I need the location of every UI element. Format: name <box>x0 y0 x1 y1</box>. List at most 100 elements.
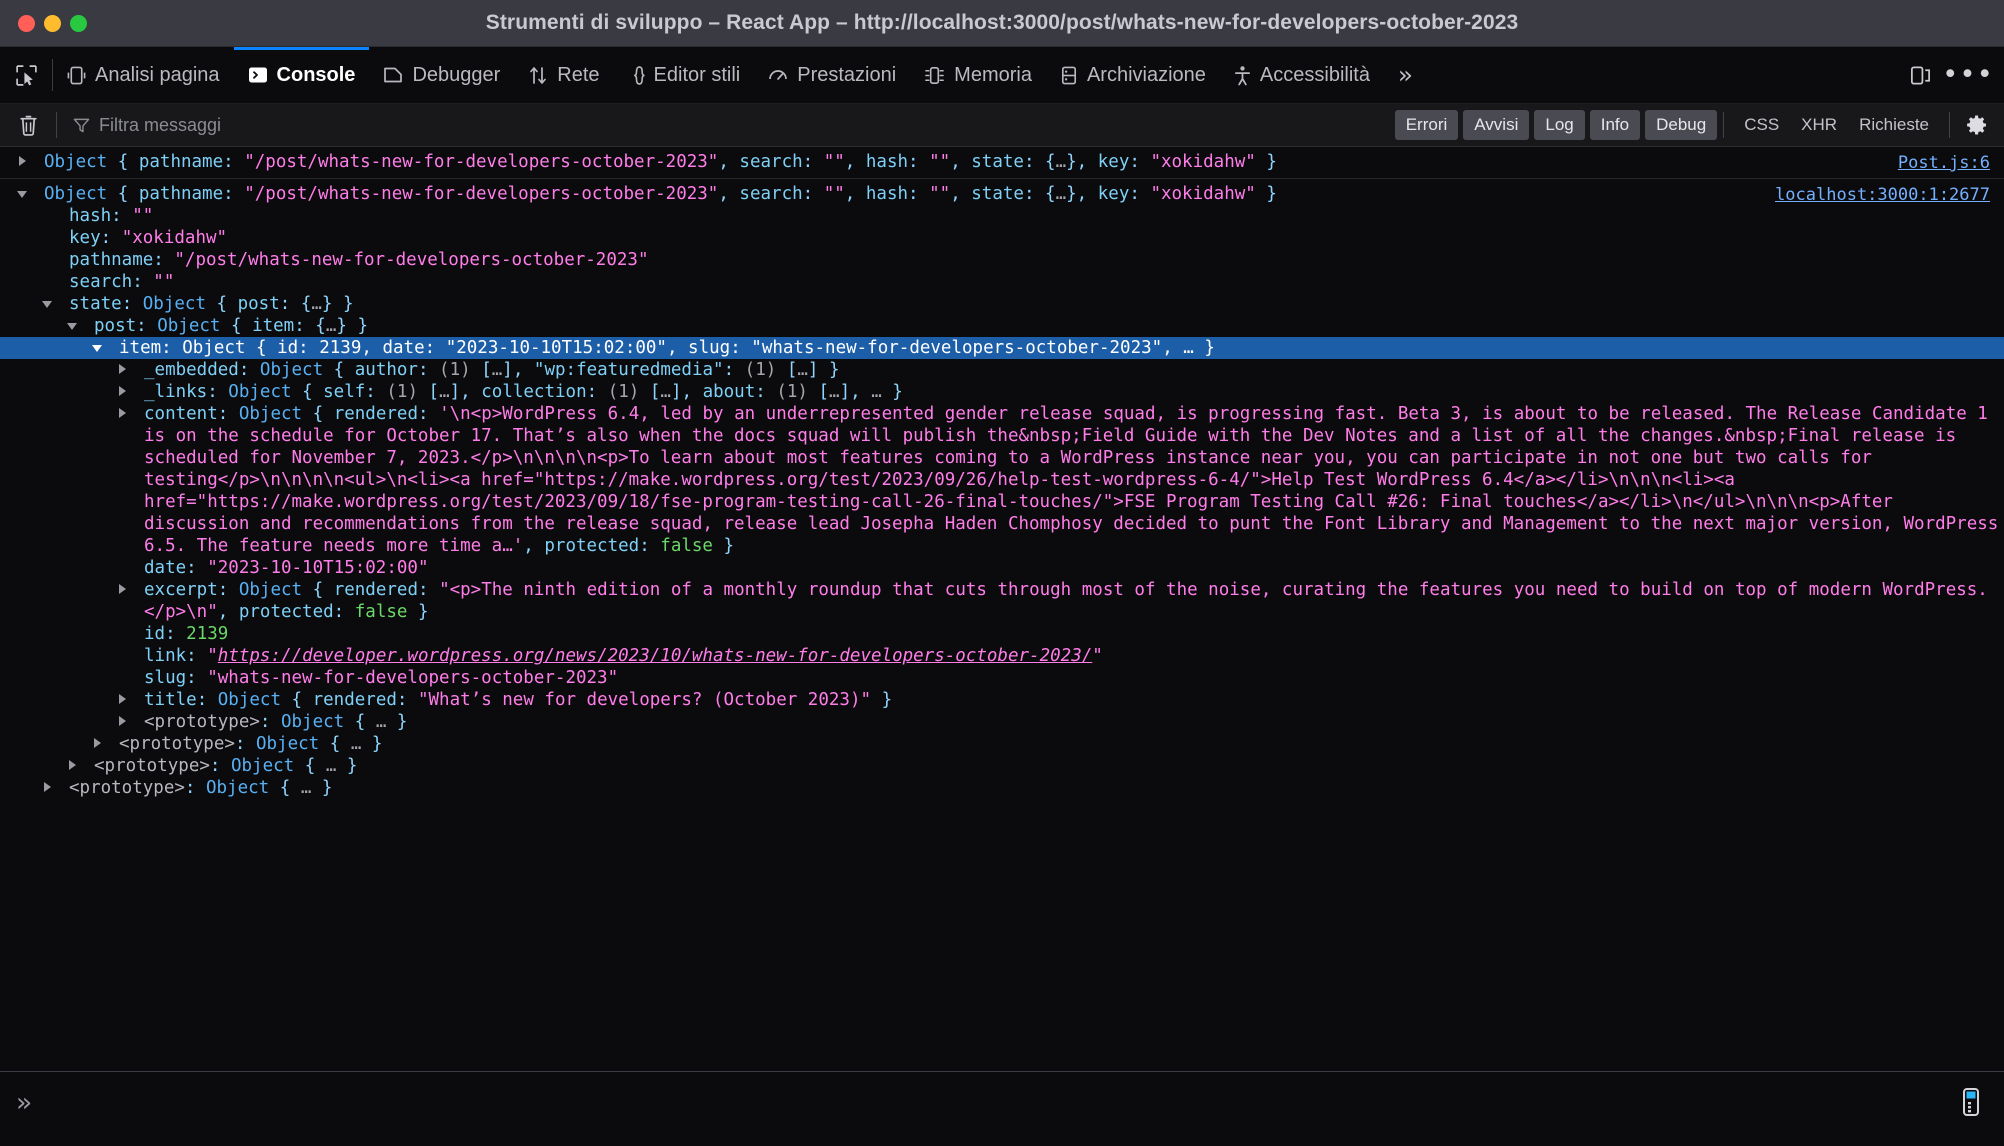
close-window-button[interactable] <box>18 14 35 32</box>
console-level-filters[interactable]: Errori Avvisi Log Info Debug <box>1394 110 1724 140</box>
object-tree-row[interactable]: _links: Object { self: (1) […], collecti… <box>0 381 2004 403</box>
token: "xokidahw" <box>1150 184 1256 204</box>
tab-analisi-pagina[interactable]: Analisi pagina <box>53 47 234 103</box>
token: … <box>311 294 322 314</box>
dock-position-button[interactable] <box>1898 53 1942 97</box>
twisty-collapsed-icon[interactable] <box>118 688 144 710</box>
token: } <box>881 382 903 402</box>
tab-memoria[interactable]: Memoria <box>910 47 1046 103</box>
console-filter-input[interactable]: Filtra messaggi <box>57 115 1395 136</box>
token[interactable]: https://developer.wordpress.org/news/202… <box>218 646 1092 666</box>
object-tree-row[interactable]: _embedded: Object { author: (1) […], "wp… <box>0 359 2004 381</box>
filter-pill-debug[interactable]: Debug <box>1645 110 1718 140</box>
token: 2139 <box>186 624 229 644</box>
console-output[interactable]: Object { pathname: "/post/whats-new-for-… <box>0 147 2004 1071</box>
object-tree-row[interactable]: slug: "whats-new-for-developers-october-… <box>0 667 2004 689</box>
tab-label: Console <box>276 63 356 86</box>
twisty-expanded-icon[interactable] <box>67 314 94 336</box>
object-tree-row[interactable]: id: 2139 <box>0 623 2004 645</box>
filter-css[interactable]: CSS <box>1744 115 1779 135</box>
object-tree-row[interactable]: content: Object { rendered: '\n<p>WordPr… <box>0 403 2004 557</box>
token: ] <box>502 360 513 380</box>
token: { <box>291 690 313 710</box>
token: … <box>829 382 840 402</box>
devtools-settings-menu-button[interactable]: ••• <box>1942 53 1993 97</box>
console-settings-button[interactable] <box>1950 113 2004 137</box>
twisty-collapsed-icon[interactable] <box>118 402 144 424</box>
twisty-collapsed-icon[interactable] <box>118 380 144 402</box>
filter-pill-avvisi[interactable]: Avvisi <box>1463 110 1530 140</box>
twisty-expanded-icon[interactable] <box>92 336 119 358</box>
twisty-collapsed-icon[interactable] <box>118 358 144 380</box>
object-tree-row-selected[interactable]: item: Object { id: 2139, date: "2023-10-… <box>0 337 2004 359</box>
console-message[interactable]: Object { pathname: "/post/whats-new-for-… <box>0 147 2004 179</box>
twisty-collapsed-icon[interactable] <box>43 776 69 798</box>
token: : <box>217 580 239 600</box>
object-tree-row[interactable]: key: "xokidahw" <box>0 227 2004 249</box>
filter-pill-errori[interactable]: Errori <box>1394 110 1459 140</box>
object-tree-row[interactable]: search: "" <box>0 271 2004 293</box>
twisty-collapsed-icon[interactable] <box>118 710 144 732</box>
window-controls[interactable] <box>0 14 87 32</box>
object-tree-row[interactable]: <prototype>: Object { … } <box>0 777 2004 799</box>
token: : <box>209 756 231 776</box>
filter-pill-log[interactable]: Log <box>1534 110 1585 140</box>
minimize-window-button[interactable] <box>44 14 61 32</box>
tab-accessibilita[interactable]: Accessibilità <box>1220 47 1384 103</box>
tab-archiviazione[interactable]: Archiviazione <box>1046 47 1220 103</box>
object-tree-row[interactable]: Object { pathname: "/post/whats-new-for-… <box>0 151 2004 173</box>
token: : <box>1023 152 1046 172</box>
message-source-link-1[interactable]: localhost:3000:1:2677 <box>1775 185 1990 205</box>
clear-console-button[interactable] <box>0 114 56 137</box>
object-tree-row[interactable]: excerpt: Object { rendered: "<p>The nint… <box>0 579 2004 623</box>
token: <prototype> <box>69 778 185 798</box>
tab-debugger[interactable]: Debugger <box>369 47 514 103</box>
token: : <box>111 206 133 226</box>
token: "" <box>929 184 951 204</box>
filter-xhr[interactable]: XHR <box>1801 115 1837 135</box>
token: : { <box>294 316 326 336</box>
object-tree-row[interactable]: date: "2023-10-10T15:02:00" <box>0 557 2004 579</box>
twisty-expanded-icon[interactable] <box>42 292 69 314</box>
object-tree-row[interactable]: Object { pathname: "/post/whats-new-for-… <box>0 183 2004 205</box>
twisty-collapsed-icon[interactable] <box>93 732 119 754</box>
token: hash <box>865 184 909 204</box>
token: … <box>375 712 387 732</box>
maximize-window-button[interactable] <box>70 14 87 32</box>
token: : <box>802 184 824 204</box>
object-tree-row[interactable]: <prototype>: Object { … } <box>0 733 2004 755</box>
object-tree-row[interactable]: hash: "" <box>0 205 2004 227</box>
token: } <box>1066 152 1077 172</box>
object-tree-row[interactable]: title: Object { rendered: "What’s new fo… <box>0 689 2004 711</box>
token: _embedded <box>144 360 239 380</box>
object-tree-row[interactable]: <prototype>: Object { … } <box>0 755 2004 777</box>
dock-icon <box>1910 65 1930 85</box>
object-tree-row[interactable]: state: Object { post: {…} } <box>0 293 2004 315</box>
filter-richieste[interactable]: Richieste <box>1859 115 1929 135</box>
twisty-collapsed-icon[interactable] <box>18 150 44 172</box>
split-console-button[interactable] <box>1956 1086 1986 1122</box>
token: "" <box>823 152 845 172</box>
twisty-collapsed-icon[interactable] <box>118 578 144 600</box>
toolbar-overflow-button[interactable]: » <box>1384 47 1426 103</box>
token: … <box>1055 152 1067 172</box>
object-tree-row[interactable]: link: "https://developer.wordpress.org/n… <box>0 645 2004 667</box>
filter-icon <box>73 118 90 132</box>
tab-console[interactable]: Console <box>233 47 370 103</box>
console-input-bar[interactable]: » <box>0 1071 2004 1134</box>
twisty-expanded-icon[interactable] <box>17 182 44 204</box>
token: : <box>100 228 122 248</box>
tab-prestazioni[interactable]: Prestazioni <box>754 47 910 103</box>
twisty-collapsed-icon[interactable] <box>68 754 94 776</box>
object-tree-row[interactable]: <prototype>: Object { … } <box>0 711 2004 733</box>
filter-pill-info[interactable]: Info <box>1589 110 1641 140</box>
message-source-link-0[interactable]: Post.js:6 <box>1898 153 1990 173</box>
token: <prototype> <box>144 712 260 732</box>
console-message[interactable]: Object { pathname: "/post/whats-new-for-… <box>0 179 2004 804</box>
console-category-filters[interactable]: CSS XHR Richieste <box>1724 115 1949 135</box>
element-picker-button[interactable] <box>0 47 52 103</box>
object-tree-row[interactable]: post: Object { item: {…} } <box>0 315 2004 337</box>
object-tree-row[interactable]: pathname: "/post/whats-new-for-developer… <box>0 249 2004 271</box>
tab-rete[interactable]: Rete <box>514 47 613 103</box>
tab-editor-stili[interactable]: Editor stili <box>614 47 755 103</box>
